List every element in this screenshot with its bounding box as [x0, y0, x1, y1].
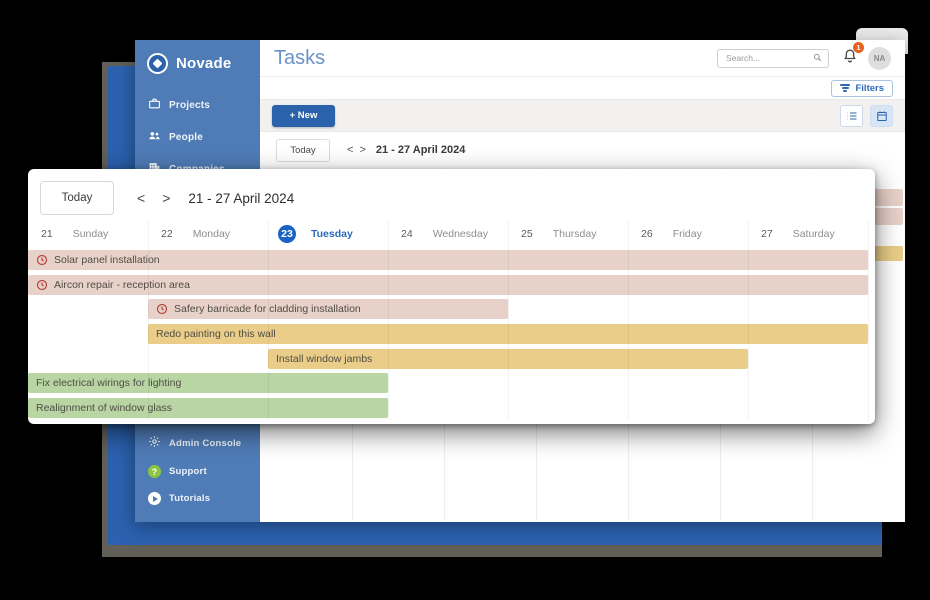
- play-icon: [148, 492, 161, 505]
- sidebar-item-label: Admin Console: [169, 438, 241, 449]
- avatar[interactable]: NA: [868, 47, 891, 70]
- week-planner-card: Today < > 21 - 27 April 2024 21 Sunday 2…: [28, 169, 875, 424]
- task-label: Solar panel installation: [54, 254, 160, 266]
- sidebar-item-admin-console[interactable]: Admin Console: [135, 428, 260, 458]
- calendar-icon: [876, 110, 888, 122]
- sidebar-item-label: Tutorials: [169, 493, 210, 504]
- calendar-view-button[interactable]: [870, 105, 893, 127]
- column-line: [388, 221, 389, 420]
- overdue-clock-icon: [36, 279, 48, 291]
- notifications-button[interactable]: 1: [842, 47, 858, 69]
- prev-week-icon[interactable]: <: [344, 144, 356, 156]
- day-header-saturday[interactable]: 27 Saturday: [748, 221, 868, 247]
- filters-row: Filters: [260, 77, 905, 99]
- day-header-sunday[interactable]: 21 Sunday: [28, 221, 148, 247]
- day-header-thursday[interactable]: 25 Thursday: [508, 221, 628, 247]
- brand-logo: Novade: [135, 40, 260, 89]
- planner-date-range-label: 21 - 27 April 2024: [188, 191, 294, 206]
- task-label: Realignment of window glass: [36, 402, 172, 414]
- column-line: [868, 221, 869, 420]
- new-task-button[interactable]: + New: [272, 105, 335, 127]
- overdue-clock-icon: [156, 303, 168, 315]
- task-bar[interactable]: Solar panel installation: [28, 250, 868, 270]
- next-week-icon[interactable]: >: [356, 144, 368, 156]
- sidebar-item-support[interactable]: ? Support: [135, 458, 260, 485]
- gear-icon: [148, 435, 161, 451]
- day-header-wednesday[interactable]: 24 Wednesday: [388, 221, 508, 247]
- planner-header: Today < > 21 - 27 April 2024: [40, 181, 863, 215]
- task-label: Aircon repair - reception area: [54, 279, 190, 291]
- sidebar-item-projects[interactable]: Projects: [135, 89, 260, 121]
- date-navigation: Today < > 21 - 27 April 2024: [260, 132, 905, 168]
- column-line: [268, 221, 269, 420]
- task-label: Install window jambs: [276, 353, 372, 365]
- planner-next-week-icon[interactable]: >: [158, 190, 174, 206]
- task-row: Fix electrical wirings for lighting: [28, 370, 868, 395]
- today-button[interactable]: Today: [276, 139, 330, 162]
- overdue-clock-icon: [36, 254, 48, 266]
- search-input[interactable]: [724, 52, 809, 64]
- task-row: Solar panel installation: [28, 247, 868, 272]
- day-header-monday[interactable]: 22 Monday: [148, 221, 268, 247]
- sidebar-item-tutorials[interactable]: Tutorials: [135, 485, 260, 512]
- sidebar-item-people[interactable]: People: [135, 121, 260, 153]
- briefcase-icon: [148, 97, 161, 113]
- task-bar[interactable]: Fix electrical wirings for lighting: [28, 373, 388, 393]
- sidebar-item-label: Support: [169, 466, 207, 477]
- people-icon: [148, 129, 161, 145]
- search-box[interactable]: [717, 49, 829, 68]
- task-bar[interactable]: Aircon repair - reception area: [28, 275, 868, 295]
- task-row: Aircon repair - reception area: [28, 272, 868, 297]
- day-header-row: 21 Sunday 22 Monday 23 Tuesday 24 Wednes…: [28, 221, 868, 247]
- view-toggle-group: [840, 105, 893, 127]
- planner-today-button[interactable]: Today: [40, 181, 114, 215]
- toolbar: + New: [260, 99, 905, 132]
- top-bar: Tasks 1 NA: [260, 40, 905, 77]
- column-line: [628, 221, 629, 420]
- sidebar-item-label: Projects: [169, 100, 210, 111]
- page-title: Tasks: [274, 47, 325, 70]
- task-row: Realignment of window glass: [28, 395, 868, 420]
- sidebar-footer: Admin Console ? Support Tutorials: [135, 428, 260, 512]
- help-icon: ?: [148, 465, 161, 478]
- date-range-label: 21 - 27 April 2024: [376, 144, 465, 156]
- task-row: Safery barricade for cladding installati…: [28, 296, 868, 321]
- day-header-tuesday[interactable]: 23 Tuesday: [268, 221, 388, 247]
- notification-badge: 1: [853, 42, 864, 53]
- filters-label: Filters: [855, 83, 884, 94]
- sidebar-item-label: People: [169, 132, 203, 143]
- task-bar[interactable]: Realignment of window glass: [28, 398, 388, 418]
- task-label: Redo painting on this wall: [156, 328, 276, 340]
- novade-logo-icon: [147, 53, 168, 74]
- task-rows-area: Solar panel installation Aircon repair -…: [28, 247, 868, 424]
- filters-button[interactable]: Filters: [831, 80, 893, 97]
- task-row: Redo painting on this wall: [28, 321, 868, 346]
- list-icon: [846, 110, 858, 122]
- task-label: Fix electrical wirings for lighting: [36, 377, 181, 389]
- list-view-button[interactable]: [840, 105, 863, 127]
- column-line: [508, 221, 509, 420]
- search-icon: [813, 49, 822, 67]
- planner-prev-week-icon[interactable]: <: [133, 190, 149, 206]
- filter-icon: [840, 84, 850, 92]
- column-line: [148, 221, 149, 420]
- task-row: Install window jambs: [28, 346, 868, 371]
- day-header-friday[interactable]: 26 Friday: [628, 221, 748, 247]
- column-line: [748, 221, 749, 420]
- brand-name: Novade: [176, 55, 231, 72]
- task-bar[interactable]: Safery barricade for cladding installati…: [148, 299, 508, 319]
